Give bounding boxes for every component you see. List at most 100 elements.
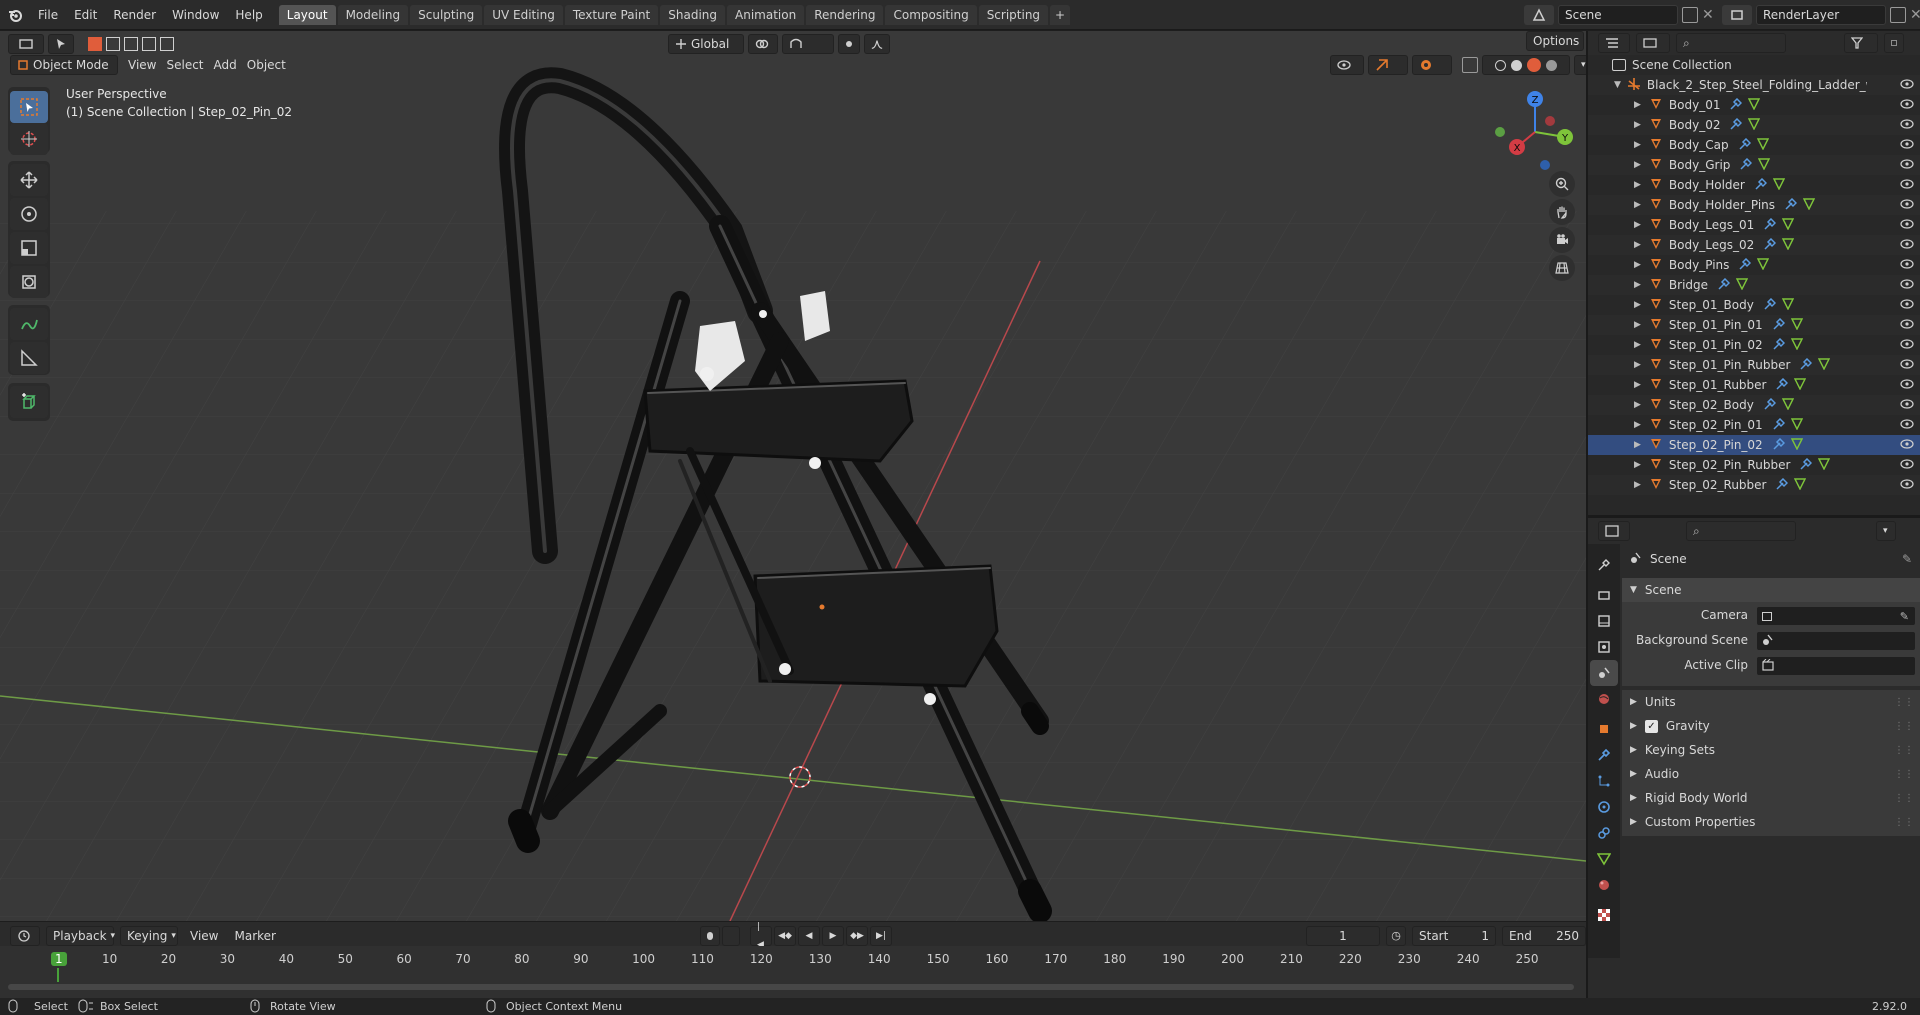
object-tab[interactable] bbox=[1590, 716, 1618, 742]
use-preview-range-button[interactable]: ◷ bbox=[1386, 926, 1406, 946]
outliner-parent-row[interactable]: ▼ Black_2_Step_Steel_Folding_Ladder_with… bbox=[1588, 75, 1920, 95]
visibility-dropdown[interactable] bbox=[1330, 55, 1364, 75]
timeline-menu-marker[interactable]: Marker bbox=[234, 926, 275, 946]
jump-to-end-button[interactable]: ▶| bbox=[870, 926, 892, 946]
mesh-data-icon[interactable] bbox=[1782, 237, 1795, 253]
modifier-wrench-icon[interactable] bbox=[1776, 377, 1789, 393]
select-mode-subtract-icon[interactable] bbox=[124, 37, 138, 51]
drag-handle-icon[interactable]: ⋮⋮ bbox=[1894, 745, 1914, 756]
mesh-data-icon[interactable] bbox=[1756, 137, 1769, 153]
eye-icon[interactable] bbox=[1900, 358, 1914, 372]
scene-tab[interactable] bbox=[1590, 660, 1618, 686]
eyedropper-icon[interactable]: ✎ bbox=[1900, 610, 1909, 623]
display-mode-dropdown[interactable] bbox=[1636, 33, 1670, 53]
overlays-dropdown[interactable] bbox=[1412, 55, 1452, 75]
expand-arrow-icon[interactable]: ▶ bbox=[1634, 200, 1641, 210]
mesh-data-icon[interactable] bbox=[1818, 457, 1831, 473]
eye-icon[interactable] bbox=[1900, 338, 1914, 352]
outliner-search-input[interactable]: ⌕ bbox=[1676, 33, 1786, 53]
drag-handle-icon[interactable]: ⋮⋮ bbox=[1894, 817, 1914, 828]
camera-field[interactable]: ✎ bbox=[1756, 606, 1916, 626]
play-reverse-button[interactable]: ◀ bbox=[798, 926, 820, 946]
mesh-data-icon[interactable] bbox=[1781, 397, 1794, 413]
outliner-object-row[interactable]: ▶ Step_02_Pin_Rubber bbox=[1588, 455, 1920, 475]
background-scene-field[interactable] bbox=[1756, 631, 1916, 651]
menu-add[interactable]: Add bbox=[214, 55, 237, 75]
current-frame-field[interactable]: 1 bbox=[1306, 926, 1380, 946]
mesh-data-icon[interactable] bbox=[1790, 437, 1803, 453]
modifier-wrench-icon[interactable] bbox=[1773, 337, 1785, 353]
mesh-data-icon[interactable] bbox=[1735, 277, 1749, 293]
subpanel-header[interactable]: ▶ Custom Properties ⋮⋮ bbox=[1622, 810, 1920, 834]
outliner-object-row[interactable]: ▶ Step_02_Pin_02 bbox=[1588, 435, 1920, 455]
texture-tab[interactable] bbox=[1590, 902, 1618, 928]
eye-icon[interactable] bbox=[1900, 218, 1914, 232]
modifier-wrench-icon[interactable] bbox=[1764, 237, 1777, 253]
mesh-data-icon[interactable] bbox=[1782, 217, 1795, 233]
mesh-data-icon[interactable] bbox=[1758, 157, 1771, 173]
mesh-data-icon[interactable] bbox=[1757, 257, 1770, 273]
eye-icon[interactable] bbox=[1900, 478, 1914, 492]
eye-icon[interactable] bbox=[1900, 78, 1914, 92]
close-view-layer-icon[interactable]: ✕ bbox=[1910, 7, 1920, 23]
pan-view-button[interactable] bbox=[1549, 199, 1575, 225]
viewport-scene[interactable] bbox=[0, 31, 1586, 921]
mesh-data-icon[interactable] bbox=[1790, 337, 1803, 353]
menu-file[interactable]: File bbox=[30, 0, 66, 30]
eye-icon[interactable] bbox=[1900, 378, 1914, 392]
editor-type-button[interactable] bbox=[8, 34, 44, 54]
constraints-tab[interactable] bbox=[1590, 820, 1618, 846]
expand-arrow-icon[interactable]: ▶ bbox=[1634, 460, 1641, 470]
expand-arrow-icon[interactable]: ▶ bbox=[1634, 340, 1641, 350]
expand-arrow-icon[interactable]: ▶ bbox=[1634, 100, 1641, 110]
gizmos-dropdown[interactable] bbox=[1368, 55, 1408, 75]
select-mode-extend-icon[interactable] bbox=[106, 37, 120, 51]
select-box-tool[interactable] bbox=[10, 91, 48, 123]
outliner-object-row[interactable]: ▶ Body_Legs_01 bbox=[1588, 215, 1920, 235]
menu-edit[interactable]: Edit bbox=[66, 0, 105, 30]
options-dropdown[interactable]: Options bbox=[1526, 31, 1584, 51]
playback-dropdown[interactable]: Playback ▾ bbox=[46, 926, 115, 946]
outliner-object-row[interactable]: ▶ Body_Legs_02 bbox=[1588, 235, 1920, 255]
play-button[interactable]: ▶ bbox=[822, 926, 844, 946]
tab-layout[interactable]: Layout bbox=[278, 4, 336, 25]
mesh-data-icon[interactable] bbox=[1748, 97, 1761, 113]
eye-icon[interactable] bbox=[1900, 438, 1914, 452]
playhead-frame-indicator[interactable]: 1 bbox=[51, 952, 67, 966]
expand-arrow-icon[interactable]: ▶ bbox=[1634, 420, 1641, 430]
eye-icon[interactable] bbox=[1900, 238, 1914, 252]
modifier-wrench-icon[interactable] bbox=[1800, 357, 1813, 373]
tab-uv-editing[interactable]: UV Editing bbox=[484, 4, 563, 25]
new-collection-button[interactable] bbox=[1884, 33, 1904, 53]
particles-tab[interactable] bbox=[1590, 768, 1618, 794]
properties-search-input[interactable]: ⌕ bbox=[1686, 521, 1796, 541]
timeline-menu-view[interactable]: View bbox=[190, 926, 218, 946]
menu-window[interactable]: Window bbox=[164, 0, 227, 30]
pin-icon[interactable]: ✎ bbox=[1902, 552, 1912, 566]
outliner-object-row[interactable]: ▶ Step_02_Rubber bbox=[1588, 475, 1920, 495]
copy-view-layer-icon[interactable] bbox=[1890, 7, 1906, 23]
eye-icon[interactable] bbox=[1900, 418, 1914, 432]
modifier-wrench-icon[interactable] bbox=[1764, 297, 1776, 313]
transform-orientation-dropdown[interactable]: Global bbox=[668, 34, 744, 54]
drag-handle-icon[interactable]: ⋮⋮ bbox=[1894, 769, 1914, 780]
start-frame-field[interactable]: Start 1 bbox=[1412, 926, 1496, 946]
modifier-wrench-icon[interactable] bbox=[1764, 217, 1777, 233]
subpanel-header[interactable]: ▶ Rigid Body World ⋮⋮ bbox=[1622, 786, 1920, 810]
select-tool-mode-button[interactable] bbox=[48, 34, 74, 54]
expand-arrow-icon[interactable]: ▶ bbox=[1634, 400, 1641, 410]
mesh-data-icon[interactable] bbox=[1794, 377, 1807, 393]
modifier-wrench-icon[interactable] bbox=[1800, 457, 1813, 473]
xray-toggle-icon[interactable] bbox=[1462, 57, 1478, 73]
expand-arrow-icon[interactable]: ▶ bbox=[1634, 300, 1641, 310]
scene-name-field[interactable]: Scene bbox=[1558, 5, 1678, 25]
timeline-scrollbar[interactable] bbox=[8, 984, 1574, 990]
camera-view-button[interactable] bbox=[1549, 227, 1575, 253]
modifier-wrench-icon[interactable] bbox=[1740, 157, 1753, 173]
end-frame-field[interactable]: End 250 bbox=[1502, 926, 1586, 946]
expand-arrow-icon[interactable]: ▶ bbox=[1634, 320, 1641, 330]
properties-editor-type-button[interactable] bbox=[1598, 521, 1630, 541]
tab-animation[interactable]: Animation bbox=[727, 4, 805, 25]
outliner-editor-type-button[interactable] bbox=[1598, 33, 1630, 53]
tab-texture-paint[interactable]: Texture Paint bbox=[564, 4, 659, 25]
